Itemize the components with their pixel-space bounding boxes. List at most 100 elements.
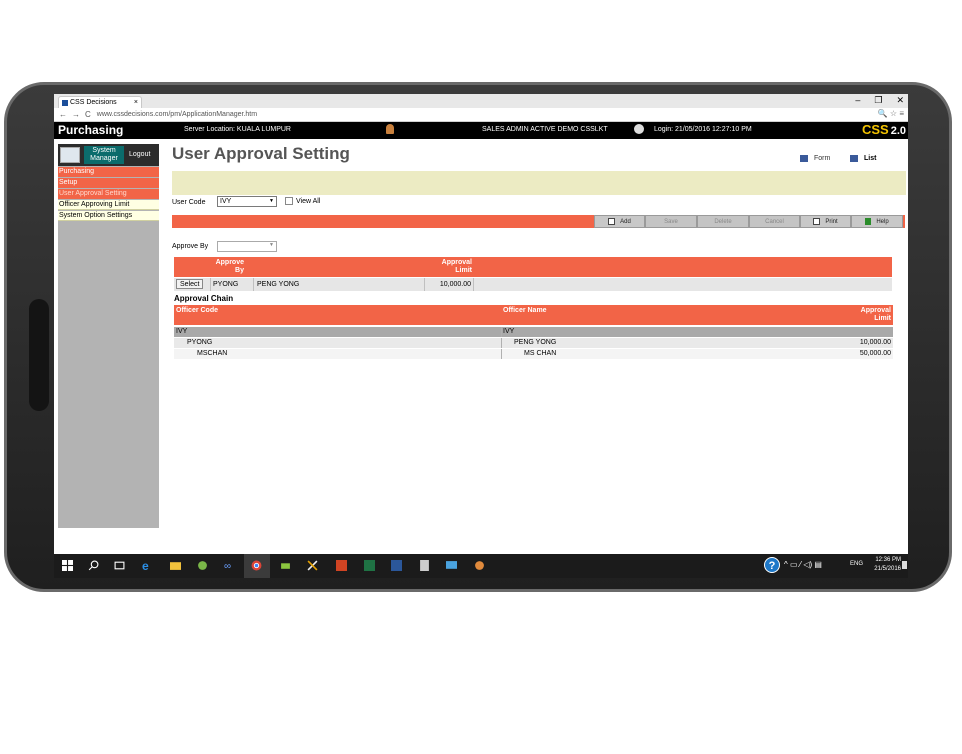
app-name: Purchasing [58, 123, 124, 137]
table-row[interactable]: Select PYONG PENG YONG 10,000.00 [174, 278, 892, 291]
approval-chain-header: Officer Code Officer Name Approval Limit [174, 305, 893, 325]
infinity-icon[interactable]: ∞ [224, 560, 235, 571]
help-button[interactable]: Help [851, 215, 903, 228]
file-explorer-icon[interactable] [170, 560, 181, 571]
tray-status-icons[interactable]: ^ ▭ ⁄ ◁) ▤ [784, 560, 822, 569]
language-indicator[interactable]: ENG [850, 561, 863, 567]
table-row[interactable]: IVY IVY [174, 327, 893, 337]
monitor-icon[interactable] [446, 560, 457, 571]
chrome-icon[interactable] [251, 560, 262, 571]
logout-link[interactable]: Logout [129, 151, 150, 158]
windows-start-icon[interactable] [62, 560, 73, 571]
sidebar-item-system-option-settings[interactable]: System Option Settings [58, 211, 159, 221]
sidebar-item-setup[interactable]: Setup [58, 178, 159, 188]
page-title: User Approval Setting [172, 144, 350, 163]
clock-date: 21/5/2016 [874, 566, 901, 572]
word-icon[interactable] [391, 560, 402, 571]
delete-button[interactable]: Delete [697, 215, 749, 228]
list-view-link[interactable]: List [850, 155, 876, 162]
approve-by-label: Approve By [172, 243, 209, 250]
taskbar-clock[interactable]: 12:36 PM 21/5/2016 [869, 556, 901, 574]
forward-button[interactable]: → [72, 110, 80, 119]
close-window-button[interactable]: ✕ [896, 95, 904, 106]
system-manager-bar: System Manager Logout [58, 144, 159, 166]
officer-code: IVY [176, 328, 188, 335]
window-controls: – ❐ ✕ [855, 95, 904, 106]
officer-limit: 10,000.00 [859, 339, 891, 346]
table-row[interactable]: PYONG PENG YONG 10,000.00 [174, 338, 893, 348]
tab-close-icon[interactable]: × [134, 99, 138, 106]
layers-icon[interactable] [280, 560, 291, 571]
clock-icon [634, 124, 644, 134]
notification-icon[interactable] [902, 561, 907, 569]
excel-icon[interactable] [364, 560, 375, 571]
user-code-label: User Code [172, 199, 206, 206]
approve-grid-header: Approve By Approval Limit [174, 257, 892, 277]
dropdown-arrow-icon: ▼ [269, 198, 274, 204]
address-bar-icons[interactable]: 🔍 ☆ ≡ [878, 109, 904, 118]
table-row[interactable]: MSCHAN MS CHAN 50,000.00 [174, 349, 893, 359]
help-tray-icon[interactable]: ? [764, 557, 780, 573]
app-green-icon[interactable] [197, 560, 208, 571]
maximize-button[interactable]: ❐ [874, 95, 882, 106]
favicon-icon [62, 99, 68, 106]
cancel-button[interactable]: Cancel [749, 215, 800, 228]
computer-icon [60, 147, 80, 163]
paint-icon[interactable] [474, 560, 485, 571]
sidebar-item-officer-approving-limit[interactable]: Officer Approving Limit [58, 200, 159, 210]
tab-title: CSS Decisions [70, 99, 117, 106]
form-icon [800, 155, 808, 162]
sidebar-item-user-approval-setting[interactable]: User Approval Setting [58, 189, 159, 199]
search-icon[interactable] [88, 560, 99, 571]
list-icon [850, 155, 858, 162]
save-button[interactable]: Save [645, 215, 697, 228]
screen: CSS Decisions × – ❐ ✕ ← → C www.cssdecis… [54, 94, 908, 578]
user-code-select[interactable]: IVY ▼ [217, 196, 277, 207]
approver-limit: 10,000.00 [426, 278, 474, 291]
edge-browser-icon[interactable]: e [142, 560, 153, 571]
printer-icon [813, 218, 821, 225]
clock-time: 12:36 PM [875, 557, 901, 563]
form-view-link[interactable]: Form [800, 155, 830, 162]
browser-tab[interactable]: CSS Decisions × [58, 96, 142, 108]
address-bar: ← → C www.cssdecisions.com/pm/Applicatio… [54, 108, 908, 122]
column-header-approval-limit: Approval Limit [860, 307, 891, 322]
column-header-officer-code: Officer Code [176, 307, 219, 314]
minimize-button[interactable]: – [855, 95, 860, 106]
message-band [172, 171, 906, 195]
url-field[interactable]: www.cssdecisions.com/pm/ApplicationManag… [97, 111, 257, 118]
server-location: Server Location: KUALA LUMPUR [184, 126, 291, 133]
system-manager-button[interactable]: System Manager [84, 146, 124, 164]
view-all-checkbox[interactable]: View All [285, 197, 320, 205]
officer-code: PYONG [187, 339, 213, 346]
approve-by-select[interactable]: ▼ [217, 241, 277, 252]
add-button[interactable]: Add [594, 215, 645, 228]
tools-icon[interactable] [307, 560, 318, 571]
officer-code: MSCHAN [197, 350, 228, 357]
user-icon [386, 124, 394, 134]
officer-name: IVY [503, 328, 515, 335]
sidebar-item-purchasing[interactable]: Purchasing [58, 167, 159, 177]
checkbox-icon [285, 197, 293, 205]
windows-taskbar: e ∞ ? ^ ▭ ⁄ ◁) ▤ ENG 12:36 PM 21/5/2016 [54, 554, 908, 578]
new-document-icon [608, 218, 616, 225]
view-all-label: View All [296, 197, 321, 205]
task-view-icon[interactable] [114, 560, 125, 571]
svg-text:e: e [142, 560, 149, 571]
sidebar: System Manager Logout Purchasing Setup U… [58, 144, 159, 528]
tablet-side-button [29, 299, 49, 411]
back-button[interactable]: ← [59, 110, 67, 119]
help-icon [865, 218, 872, 225]
select-button[interactable]: Select [176, 279, 204, 289]
column-header-approve-by: Approve By [215, 259, 244, 274]
action-cell: Select [174, 278, 211, 291]
dropdown-arrow-icon: ▼ [269, 242, 274, 248]
form-label: Form [814, 155, 831, 162]
print-button[interactable]: Print [800, 215, 851, 228]
column-header-officer-name: Officer Name [503, 307, 547, 314]
user-status: SALES ADMIN ACTIVE DEMO CSSLKT [482, 126, 608, 133]
browser-tab-bar: CSS Decisions × – ❐ ✕ [54, 94, 908, 109]
reload-button[interactable]: C [85, 110, 91, 119]
calculator-icon[interactable] [419, 560, 430, 571]
powerpoint-icon[interactable] [336, 560, 347, 571]
